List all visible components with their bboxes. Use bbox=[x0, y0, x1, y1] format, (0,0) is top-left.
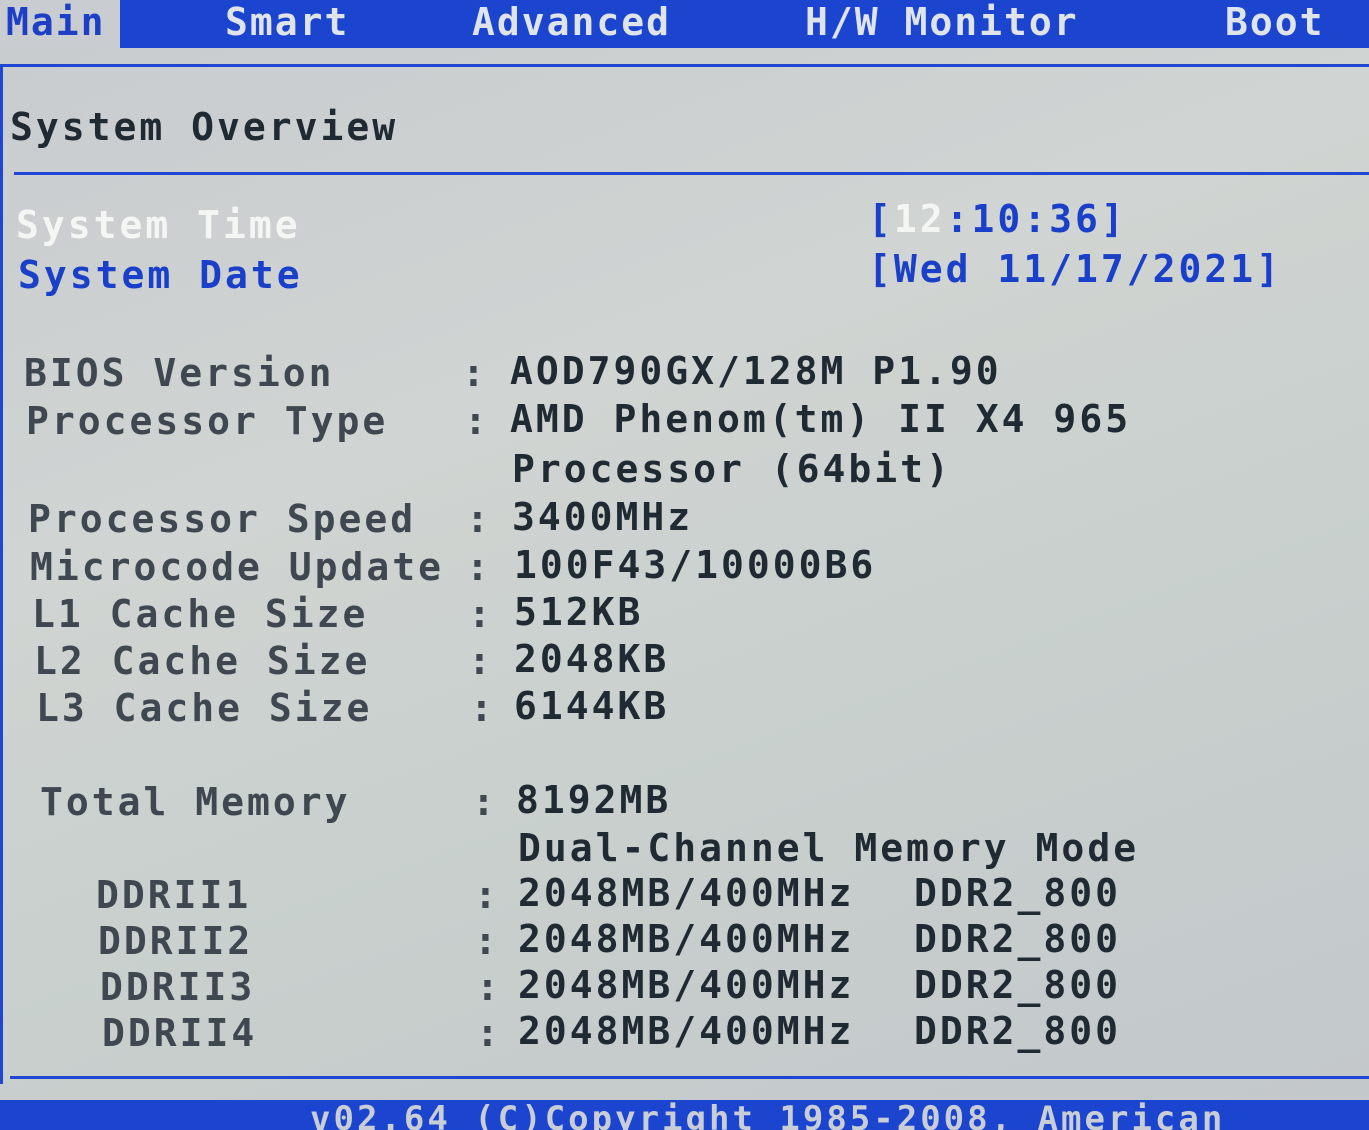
bios-version-value: AOD790GX/128M P1.90 bbox=[510, 349, 1002, 393]
system-date-value[interactable]: [Wed 11/17/2021] bbox=[868, 250, 1282, 288]
time-open-bracket: [ bbox=[868, 197, 894, 241]
ddrii1-type: DDR2_800 bbox=[914, 871, 1122, 915]
system-time-label[interactable]: System Time bbox=[16, 206, 301, 244]
l2-cache-label: L2 Cache Size bbox=[34, 639, 371, 683]
tab-advanced[interactable]: Advanced bbox=[472, 0, 671, 48]
processor-type-label: Processor Type bbox=[26, 399, 389, 443]
system-time-value[interactable]: [12:10:36] bbox=[868, 200, 1127, 238]
separator: : bbox=[464, 399, 490, 443]
processor-type-value-line2: Processor (64bit) bbox=[512, 447, 952, 491]
separator: : bbox=[466, 497, 492, 541]
separator: : bbox=[470, 686, 496, 730]
microcode-update-label: Microcode Update bbox=[30, 545, 445, 589]
copyright-text: v02.64 (C)Copyright 1985-2008, American bbox=[310, 1100, 1226, 1130]
tab-main[interactable]: Main bbox=[0, 0, 120, 48]
ddrii4-type: DDR2_800 bbox=[914, 1009, 1122, 1053]
total-memory-label: Total Memory bbox=[40, 780, 351, 824]
left-border bbox=[0, 64, 3, 1084]
l3-cache-label: L3 Cache Size bbox=[36, 686, 373, 730]
separator: : bbox=[468, 639, 494, 683]
tab-hw-monitor[interactable]: H/W Monitor bbox=[805, 0, 1079, 48]
ddrii2-size: 2048MB/400MHz bbox=[518, 917, 855, 961]
footer-bar: v02.64 (C)Copyright 1985-2008, American bbox=[0, 1100, 1369, 1130]
memory-mode: Dual-Channel Memory Mode bbox=[518, 826, 1140, 870]
microcode-update-value: 100F43/10000B6 bbox=[514, 543, 877, 587]
tab-boot[interactable]: Boot bbox=[1225, 0, 1325, 48]
processor-speed-label: Processor Speed bbox=[28, 497, 417, 541]
separator: : bbox=[472, 780, 498, 824]
l1-cache-label: L1 Cache Size bbox=[32, 592, 369, 636]
ddrii4-label: DDRII4 bbox=[102, 1011, 258, 1055]
separator: : bbox=[474, 919, 500, 963]
separator: : bbox=[468, 592, 494, 636]
processor-type-value: AMD Phenom(tm) II X4 965 bbox=[510, 397, 1132, 441]
ddrii1-size: 2048MB/400MHz bbox=[518, 871, 855, 915]
separator: : bbox=[474, 873, 500, 917]
top-divider bbox=[0, 64, 1369, 67]
ddrii4-size: 2048MB/400MHz bbox=[518, 1009, 855, 1053]
time-rest: :10:36] bbox=[945, 197, 1127, 241]
l2-cache-value: 2048KB bbox=[514, 637, 670, 681]
time-hour-field[interactable]: 12 bbox=[894, 197, 946, 241]
separator: : bbox=[462, 351, 488, 395]
processor-speed-value: 3400MHz bbox=[512, 495, 694, 539]
bios-version-label: BIOS Version bbox=[24, 351, 335, 395]
ddrii2-type: DDR2_800 bbox=[914, 917, 1122, 961]
total-memory-value: 8192MB bbox=[516, 778, 672, 822]
l1-cache-value: 512KB bbox=[514, 590, 644, 634]
ddrii1-label: DDRII1 bbox=[96, 873, 252, 917]
main-panel: System Overview System Time [12:10:36] S… bbox=[0, 48, 1369, 1100]
system-date-label[interactable]: System Date bbox=[18, 256, 303, 294]
bios-screen: Main Smart Advanced H/W Monitor Boot Sys… bbox=[0, 0, 1369, 1130]
ddrii3-size: 2048MB/400MHz bbox=[518, 963, 855, 1007]
tab-bar: Main Smart Advanced H/W Monitor Boot bbox=[0, 0, 1369, 48]
tab-smart[interactable]: Smart bbox=[225, 0, 349, 48]
l3-cache-value: 6144KB bbox=[514, 684, 670, 728]
bottom-divider bbox=[10, 1076, 1369, 1079]
title-divider bbox=[14, 172, 1369, 175]
separator: : bbox=[476, 965, 502, 1009]
page-title: System Overview bbox=[10, 105, 399, 149]
separator: : bbox=[466, 545, 492, 589]
ddrii3-type: DDR2_800 bbox=[914, 963, 1122, 1007]
separator: : bbox=[476, 1011, 502, 1055]
ddrii2-label: DDRII2 bbox=[98, 919, 254, 963]
ddrii3-label: DDRII3 bbox=[100, 965, 256, 1009]
